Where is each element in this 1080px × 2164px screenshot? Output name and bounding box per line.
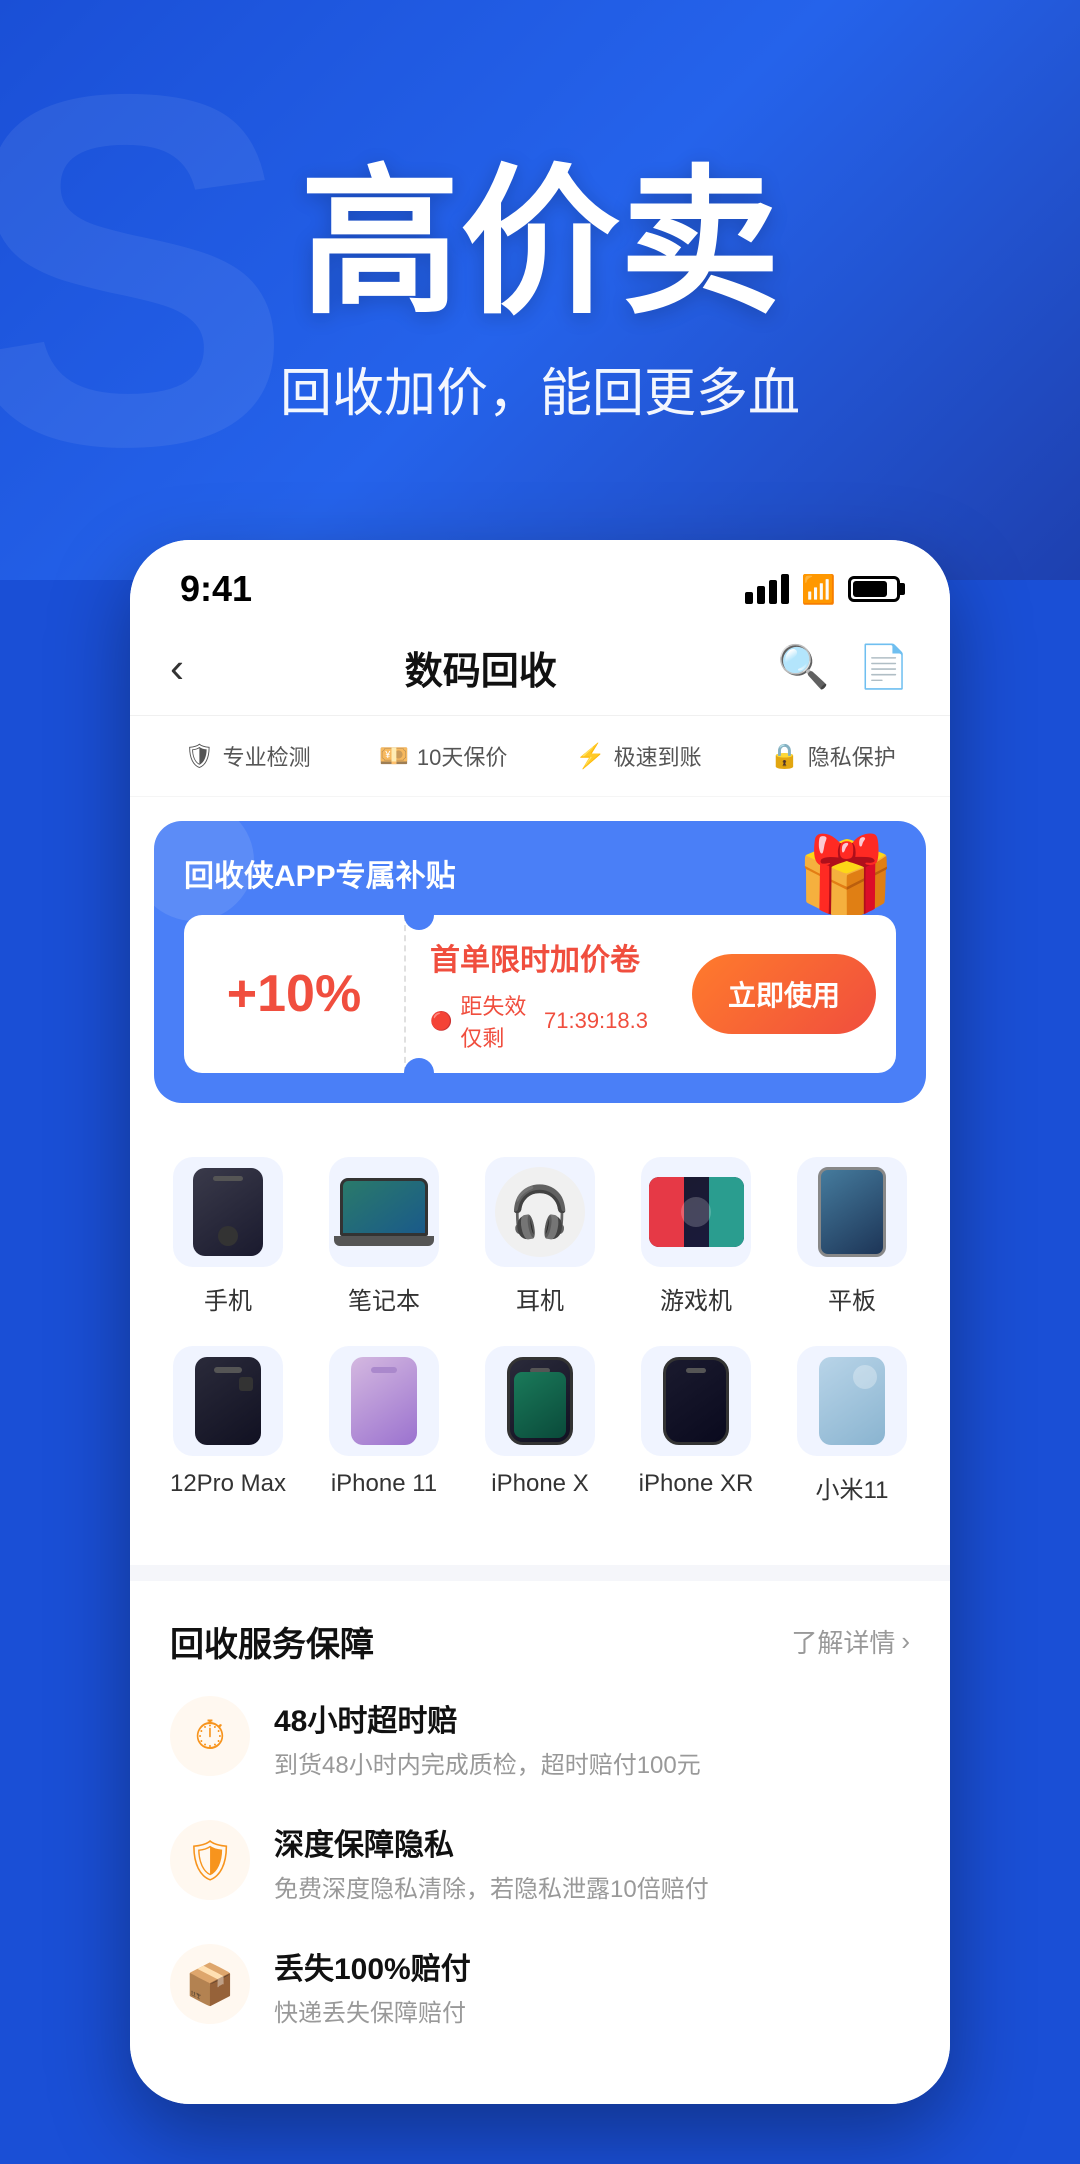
- clock-icon: ⏱: [194, 1714, 225, 1759]
- yuan-icon: 💴: [379, 742, 409, 771]
- guarantee-item-desc-2: 免费深度隐私清除，若隐私泄露10倍赔付: [274, 1872, 709, 1908]
- chevron-right-icon: ›: [901, 1626, 910, 1657]
- guarantee-item-title-2: 深度保障隐私: [274, 1820, 709, 1864]
- guarantee-more-label: 了解详情: [791, 1623, 895, 1660]
- category-12promax-label: 12Pro Max: [170, 1470, 286, 1498]
- guarantee-content-1: 48小时超时赔 到货48小时内完成质检，超时赔付100元: [274, 1696, 701, 1784]
- guarantee-content-2: 深度保障隐私 免费深度隐私清除，若隐私泄露10倍赔付: [274, 1820, 709, 1908]
- nav-bar: ‹ 数码回收 🔍 📄: [130, 620, 950, 716]
- timer-label: 距失效仅剩: [460, 989, 536, 1053]
- badge-price-guarantee: 💴 10天保价: [379, 740, 507, 772]
- guarantee-content-3: 丢失100%赔付 快递丢失保障赔付: [274, 1944, 471, 2032]
- lightning-icon: ⚡: [576, 742, 606, 771]
- 12promax-image: [173, 1346, 283, 1456]
- category-12promax[interactable]: 12Pro Max: [150, 1346, 306, 1505]
- badge-fast-label: 极速到账: [614, 740, 702, 772]
- nav-title: 数码回收: [405, 640, 557, 695]
- status-bar: 9:41 📶: [130, 540, 950, 620]
- category-earphone[interactable]: 🎧 耳机: [462, 1157, 618, 1316]
- signal-icon: [745, 574, 789, 604]
- status-time: 9:41: [180, 568, 252, 610]
- game-category-image: [641, 1157, 751, 1267]
- coupon-title: 首单限时加价卷: [430, 935, 648, 979]
- category-xiaomi11-label: 小米11: [816, 1470, 889, 1505]
- coupon-info: 首单限时加价卷 🔴 距失效仅剩 71:39:18.3: [404, 915, 672, 1073]
- guarantee-more-link[interactable]: 了解详情 ›: [791, 1623, 910, 1660]
- badge-privacy: 🔒 隐私保护: [770, 740, 896, 772]
- category-tablet-label: 平板: [828, 1281, 876, 1316]
- guarantee-header: 回收服务保障 了解详情 ›: [170, 1617, 910, 1666]
- category-game-label: 游戏机: [660, 1281, 732, 1316]
- category-iphonexr[interactable]: iPhone XR: [618, 1346, 774, 1505]
- timer-dot-icon: 🔴: [430, 1011, 452, 1032]
- promo-banner: 🎁 回收侠APP专属补贴 +10% 首单限时加价卷 🔴 距失效仅剩 71:39:…: [154, 821, 926, 1103]
- category-game[interactable]: 游戏机: [618, 1157, 774, 1316]
- guarantee-icon-3: 📦: [170, 1944, 250, 2024]
- iphonexr-image: [641, 1346, 751, 1456]
- badge-privacy-label: 隐私保护: [808, 740, 896, 772]
- xiaomi11-image: [797, 1346, 907, 1456]
- search-icon[interactable]: 🔍: [777, 643, 829, 692]
- tablet-category-image: [797, 1157, 907, 1267]
- badge-professional: 🛡 专业检测: [184, 740, 310, 772]
- guarantee-item-desc-1: 到货48小时内完成质检，超时赔付100元: [274, 1748, 701, 1784]
- category-phone-label: 手机: [204, 1281, 252, 1316]
- hero-title: 高价卖: [300, 155, 780, 331]
- badge-price-label: 10天保价: [417, 740, 507, 772]
- status-icons: 📶: [745, 573, 900, 606]
- phone-mockup: 9:41 📶 ‹ 数码回收 🔍 📄: [130, 540, 950, 2104]
- guarantee-title: 回收服务保障: [170, 1617, 374, 1666]
- badge-fast-payment: ⚡ 极速到账: [576, 740, 702, 772]
- guarantee-item-3: 📦 丢失100%赔付 快递丢失保障赔付: [170, 1944, 910, 2032]
- coupon-card: +10% 首单限时加价卷 🔴 距失效仅剩 71:39:18.3 立即使用: [184, 915, 896, 1073]
- hero-subtitle: 回收加价，能回更多血: [280, 351, 800, 426]
- laptop-category-image: [329, 1157, 439, 1267]
- guarantee-icon-2: 🛡: [170, 1820, 250, 1900]
- gift-decoration: 🎁: [796, 831, 896, 925]
- lock-icon: 🔒: [770, 742, 800, 771]
- iphone11-image: [329, 1346, 439, 1456]
- back-button[interactable]: ‹: [170, 644, 184, 692]
- document-icon[interactable]: 📄: [858, 643, 910, 692]
- section-divider: [130, 1565, 950, 1581]
- category-iphonexr-label: iPhone XR: [639, 1470, 754, 1498]
- guarantee-item-2: 🛡 深度保障隐私 免费深度隐私清除，若隐私泄露10倍赔付: [170, 1820, 910, 1908]
- guarantee-section: 回收服务保障 了解详情 › ⏱ 48小时超时赔 到货48小时内完成质检，超时赔付…: [130, 1581, 950, 2104]
- hero-section: 高价卖 回收加价，能回更多血: [0, 0, 1080, 580]
- badge-professional-label: 专业检测: [223, 740, 311, 772]
- main-category-grid: 手机 笔记本 🎧 耳机: [150, 1157, 930, 1535]
- nav-icons: 🔍 📄: [777, 643, 910, 692]
- shield-icon: 🛡: [185, 1837, 236, 1884]
- coupon-timer: 🔴 距失效仅剩 71:39:18.3: [430, 989, 648, 1053]
- category-iphone11[interactable]: iPhone 11: [306, 1346, 462, 1505]
- battery-icon: [848, 576, 900, 602]
- timer-value: 71:39:18.3: [544, 1008, 648, 1034]
- use-coupon-button[interactable]: 立即使用: [692, 954, 876, 1034]
- category-iphone11-label: iPhone 11: [331, 1470, 437, 1498]
- category-laptop[interactable]: 笔记本: [306, 1157, 462, 1316]
- package-icon: 📦: [185, 1961, 235, 2008]
- earphone-category-image: 🎧: [485, 1157, 595, 1267]
- guarantee-item-desc-3: 快递丢失保障赔付: [274, 1996, 471, 2032]
- guarantee-item-1: ⏱ 48小时超时赔 到货48小时内完成质检，超时赔付100元: [170, 1696, 910, 1784]
- category-iphonex[interactable]: iPhone X: [462, 1346, 618, 1505]
- coupon-discount-text: +10%: [227, 965, 361, 1023]
- guarantee-item-title-1: 48小时超时赔: [274, 1696, 701, 1740]
- wifi-icon: 📶: [801, 573, 836, 606]
- guarantee-icon-1: ⏱: [170, 1696, 250, 1776]
- phone-category-image: [173, 1157, 283, 1267]
- coupon-discount-section: +10%: [184, 934, 404, 1054]
- promo-label: 回收侠APP专属补贴: [184, 851, 896, 895]
- category-laptop-label: 笔记本: [348, 1281, 420, 1316]
- category-section: 手机 笔记本 🎧 耳机: [130, 1127, 950, 1565]
- category-tablet[interactable]: 平板: [774, 1157, 930, 1316]
- feature-badges: 🛡 专业检测 💴 10天保价 ⚡ 极速到账 🔒 隐私保护: [130, 716, 950, 797]
- iphonex-image: [485, 1346, 595, 1456]
- shield-check-icon: 🛡: [184, 742, 214, 771]
- category-iphonex-label: iPhone X: [491, 1470, 588, 1498]
- guarantee-item-title-3: 丢失100%赔付: [274, 1944, 471, 1988]
- category-xiaomi11[interactable]: 小米11: [774, 1346, 930, 1505]
- category-earphone-label: 耳机: [516, 1281, 564, 1316]
- category-phone[interactable]: 手机: [150, 1157, 306, 1316]
